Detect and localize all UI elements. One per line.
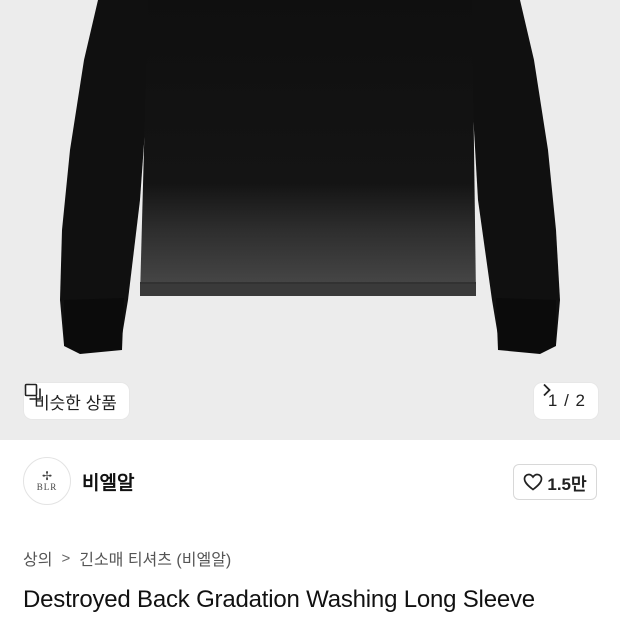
breadcrumb-subcategory[interactable]: 긴소매 티셔츠 (비엘알) xyxy=(79,546,231,570)
like-count: 1.5만 xyxy=(547,474,587,494)
image-page-indicator[interactable]: 1 / 2 xyxy=(533,383,598,419)
similar-products-button[interactable]: 비슷한 상품 xyxy=(24,383,129,419)
chevron-right-icon xyxy=(543,383,551,397)
product-image xyxy=(60,0,560,354)
brand-logo[interactable]: ✢ BLR xyxy=(23,457,71,505)
brand-name[interactable]: 비엘알 xyxy=(82,468,134,495)
like-button[interactable]: 1.5만 xyxy=(513,464,597,500)
stacked-squares-icon xyxy=(24,383,41,400)
page-indicator-text: 1 / 2 xyxy=(547,391,586,410)
product-image-gallery[interactable]: 비슷한 상품 1 / 2 xyxy=(0,0,620,440)
product-title: Destroyed Back Gradation Washing Long Sl… xyxy=(23,586,535,613)
breadcrumb: 상의 > 긴소매 티셔츠 (비엘알) xyxy=(23,546,231,570)
brand-row[interactable]: ✢ BLR 비엘알 1.5만 xyxy=(0,440,620,524)
breadcrumb-category[interactable]: 상의 xyxy=(23,546,52,570)
similar-products-label: 비슷한 상품 xyxy=(34,393,117,413)
heart-outline-icon xyxy=(524,473,543,491)
sparkle-icon: ✢ xyxy=(41,468,53,483)
breadcrumb-separator: > xyxy=(61,549,71,567)
brand-logo-text: BLR xyxy=(36,481,58,492)
